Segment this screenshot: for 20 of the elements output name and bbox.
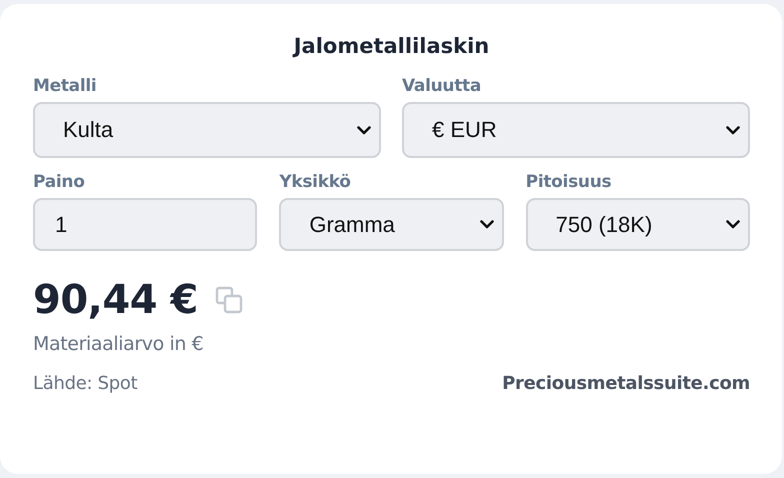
copy-icon[interactable]: [214, 285, 244, 315]
chevron-down-icon: [726, 126, 740, 134]
field-label: Metalli: [33, 76, 98, 96]
field-label: Paino: [33, 172, 86, 192]
source-text: Lähde: Spot: [33, 373, 138, 394]
weight-input[interactable]: 1: [33, 198, 258, 251]
field-label: Valuutta: [402, 76, 482, 96]
chevron-down-icon: [726, 220, 740, 229]
result-amount: 90,44 €: [33, 277, 198, 323]
dropdown-select[interactable]: Kulta: [33, 102, 381, 158]
result-caption: Materiaaliarvo in €: [33, 333, 204, 355]
dropdown-select[interactable]: 750 (18K): [526, 198, 750, 251]
calculator-title: Jalometallilaskin: [292, 34, 490, 58]
website-link[interactable]: Preciousmetalssuite.com: [502, 373, 750, 394]
field-label: Pitoisuus: [526, 172, 612, 192]
chevron-down-icon: [357, 126, 371, 134]
dropdown-select[interactable]: Gramma: [279, 198, 504, 251]
chevron-down-icon: [480, 220, 494, 229]
field-label: Yksikkö: [279, 172, 352, 192]
dropdown-select[interactable]: € EUR: [402, 102, 750, 158]
